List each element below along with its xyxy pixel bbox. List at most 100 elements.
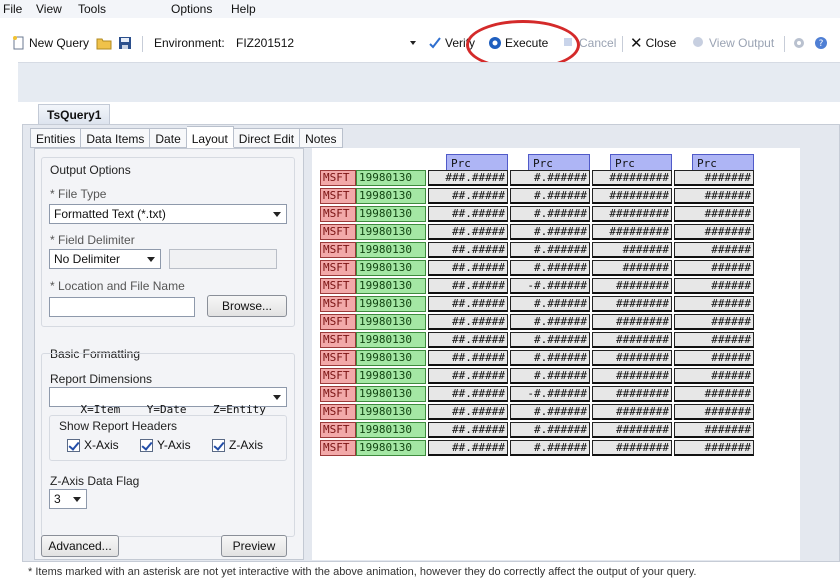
date-cell: 19980130	[356, 296, 426, 312]
value-cell: #.######	[510, 440, 590, 456]
date-cell: 19980130	[356, 206, 426, 222]
x-axis-checkbox[interactable]: X-Axis	[67, 438, 119, 452]
value-cell: #.######	[510, 350, 590, 366]
entity-cell: MSFT	[320, 440, 356, 456]
date-cell: 19980130	[356, 278, 426, 294]
field-delimiter-select[interactable]: No Delimiter	[49, 249, 161, 269]
tab-data-items[interactable]: Data Items	[81, 128, 151, 148]
date-cell: 19980130	[356, 386, 426, 402]
tab-notes[interactable]: Notes	[300, 128, 343, 148]
view-output-icon	[692, 36, 706, 50]
value-cell: #########	[592, 188, 672, 204]
value-cell: #.######	[510, 170, 590, 186]
environment-label: Environment:	[154, 34, 225, 52]
y-axis-checkbox[interactable]: Y-Axis	[140, 438, 191, 452]
menu-file[interactable]: File	[3, 2, 22, 16]
close-button[interactable]: ✕ Close	[630, 34, 676, 52]
advanced-button[interactable]: Advanced...	[41, 535, 119, 557]
file-type-label: * File Type	[50, 187, 107, 201]
toolbar-separator	[622, 36, 623, 52]
new-query-button[interactable]: New Query	[12, 34, 89, 52]
value-cell: #######	[674, 170, 754, 186]
chevron-down-icon	[147, 257, 155, 262]
new-document-icon	[12, 36, 26, 50]
browse-button[interactable]: Browse...	[207, 295, 287, 317]
value-cell: ##.#####	[428, 206, 508, 222]
report-dimensions-select[interactable]: X=Item Y=Date Z=Entity	[49, 387, 287, 416]
tab-entities[interactable]: Entities	[30, 128, 82, 148]
value-cell: ##.#####	[428, 368, 508, 384]
value-cell: #######	[674, 422, 754, 438]
verify-check-icon	[428, 36, 442, 50]
environment-select[interactable]: FIZ201512	[236, 34, 418, 52]
value-cell: #########	[592, 224, 672, 240]
value-cell: ######	[674, 260, 754, 276]
value-cell: #.######	[510, 242, 590, 258]
field-delimiter-label: * Field Delimiter	[50, 233, 135, 247]
custom-delimiter-input[interactable]	[169, 249, 277, 269]
date-cell: 19980130	[356, 422, 426, 438]
value-cell: ##.#####	[428, 188, 508, 204]
view-output-button[interactable]: View Output	[692, 34, 774, 52]
value-cell: #.######	[510, 296, 590, 312]
value-cell: ########	[592, 296, 672, 312]
date-cell: 19980130	[356, 332, 426, 348]
menu-help[interactable]: Help	[231, 2, 256, 16]
value-cell: ########	[592, 440, 672, 456]
layout-preview: Prc Prc Prc Prc MSFT 19980130 ###.##### #.#…	[312, 148, 800, 560]
document-tab[interactable]: TsQuery1	[38, 104, 110, 124]
file-type-select[interactable]: Formatted Text (*.txt)	[49, 204, 287, 224]
value-cell: ##.#####	[428, 422, 508, 438]
date-cell: 19980130	[356, 224, 426, 240]
close-icon: ✕	[630, 35, 643, 52]
entity-cell: MSFT	[320, 386, 356, 402]
z-axis-flag-select[interactable]: 3	[49, 489, 87, 509]
value-cell: #######	[674, 206, 754, 222]
menu-bar: File View Tools Options Help	[0, 0, 840, 18]
checkbox-checked-icon	[67, 438, 80, 452]
value-cell: ##.#####	[428, 224, 508, 240]
layout-options-panel: Output Options * File Type Formatted Tex…	[34, 148, 304, 560]
preview-button[interactable]: Preview	[221, 535, 287, 557]
report-dimensions-label: Report Dimensions	[50, 372, 153, 386]
value-cell: ######	[674, 368, 754, 384]
date-cell: 19980130	[356, 260, 426, 276]
open-folder-icon[interactable]	[96, 36, 112, 50]
value-cell: #######	[674, 188, 754, 204]
menu-tools[interactable]: Tools	[78, 2, 106, 16]
close-label: Close	[645, 36, 677, 50]
value-cell: #######	[674, 386, 754, 402]
entity-cell: MSFT	[320, 404, 356, 420]
z-axis-label: Z-Axis	[229, 438, 263, 452]
value-cell: #######	[674, 440, 754, 456]
save-icon[interactable]	[118, 36, 132, 50]
value-cell: ##.#####	[428, 386, 508, 402]
value-cell: ##.#####	[428, 404, 508, 420]
menu-view[interactable]: View	[36, 2, 62, 16]
entity-cell: MSFT	[320, 332, 356, 348]
help-icon[interactable]: ?	[814, 36, 828, 50]
value-cell: ########	[592, 350, 672, 366]
date-cell: 19980130	[356, 170, 426, 186]
tab-layout[interactable]: Layout	[186, 126, 234, 148]
z-axis-checkbox[interactable]: Z-Axis	[212, 438, 263, 452]
tab-direct-edit[interactable]: Direct Edit	[233, 128, 301, 148]
value-cell: ##.#####	[428, 314, 508, 330]
value-cell: ########	[592, 404, 672, 420]
chevron-down-icon	[410, 41, 416, 45]
location-input[interactable]	[49, 297, 195, 317]
value-cell: ######	[674, 314, 754, 330]
toolbar-separator	[142, 36, 143, 52]
environment-label-text: Environment:	[154, 36, 225, 50]
value-cell: ######	[674, 296, 754, 312]
tab-date[interactable]: Date	[150, 128, 187, 148]
value-cell: ##.#####	[428, 242, 508, 258]
chevron-down-icon	[73, 497, 81, 502]
date-cell: 19980130	[356, 350, 426, 366]
value-cell: #########	[592, 170, 672, 186]
gear-icon[interactable]	[792, 36, 806, 50]
value-cell: #.######	[510, 314, 590, 330]
entity-cell: MSFT	[320, 368, 356, 384]
menu-options[interactable]: Options	[171, 2, 212, 16]
value-cell: #.######	[510, 332, 590, 348]
